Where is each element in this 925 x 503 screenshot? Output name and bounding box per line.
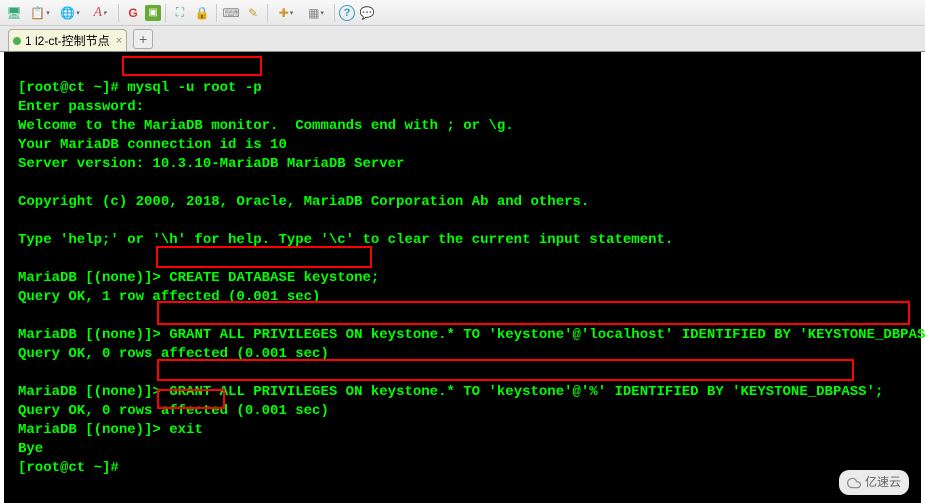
keyboard-icon[interactable]: ⌨	[221, 3, 241, 23]
tab-session[interactable]: 1 l2-ct-控制节点 ×	[8, 29, 127, 51]
terminal-line: Your MariaDB connection id is 10	[18, 137, 287, 153]
watermark: 亿速云	[839, 470, 909, 495]
terminal-line: [root@ct ~]#	[18, 460, 127, 476]
highlight-box	[156, 246, 372, 268]
terminal-line: MariaDB [(none)]> GRANT ALL PRIVILEGES O…	[18, 384, 883, 400]
chevron-down-icon: ▾	[290, 9, 294, 17]
highlight-box	[122, 56, 262, 76]
cloud-icon	[847, 476, 861, 490]
tabbar: 1 l2-ct-控制节点 × +	[0, 26, 925, 52]
terminal-line: Copyright (c) 2000, 2018, Oracle, MariaD…	[18, 194, 589, 210]
add-tab-button[interactable]: +	[133, 29, 153, 49]
add-icon[interactable]: ✚▾	[272, 3, 300, 23]
highlight-box	[157, 389, 225, 409]
help-icon[interactable]: ?	[339, 5, 355, 21]
font-icon[interactable]: A▾	[86, 3, 114, 23]
expand-icon[interactable]: ⛶	[170, 3, 190, 23]
terminal-line: Server version: 10.3.10-MariaDB MariaDB …	[18, 156, 404, 172]
refresh-icon[interactable]: G	[123, 3, 143, 23]
terminal-line: MariaDB [(none)]> GRANT ALL PRIVILEGES O…	[18, 327, 925, 343]
script-icon[interactable]: ▣	[145, 5, 161, 21]
lock-icon[interactable]: 🔒	[192, 3, 212, 23]
toolbar: 🖥 📋▾ 🌐▾ A▾ G ▣ ⛶ 🔒 ⌨ ✎ ✚▾ ▦▾ ? 💬	[0, 0, 925, 26]
terminal-line: Enter password:	[18, 99, 144, 115]
status-indicator-icon	[13, 37, 21, 45]
tab-label: 1 l2-ct-控制节点	[25, 32, 110, 49]
edit-icon[interactable]: ✎	[243, 3, 263, 23]
grid-icon[interactable]: ▦▾	[302, 3, 330, 23]
terminal-line: [root@ct ~]# mysql -u root -p	[18, 80, 262, 96]
chevron-down-icon: ▾	[76, 9, 80, 17]
terminal-line: MariaDB [(none)]> exit	[18, 422, 203, 438]
watermark-text: 亿速云	[865, 473, 901, 492]
close-icon[interactable]: ×	[116, 35, 122, 47]
terminal-line: MariaDB [(none)]> CREATE DATABASE keysto…	[18, 270, 379, 286]
highlight-box	[157, 301, 910, 325]
terminal[interactable]: [root@ct ~]# mysql -u root -p Enter pass…	[4, 52, 921, 503]
terminal-line: Bye	[18, 441, 43, 457]
separator	[334, 4, 335, 22]
chevron-down-icon: ▾	[46, 9, 50, 17]
separator	[216, 4, 217, 22]
chevron-down-icon: ▾	[320, 9, 324, 17]
separator	[165, 4, 166, 22]
chat-icon[interactable]: 💬	[357, 3, 377, 23]
chevron-down-icon: ▾	[103, 9, 107, 17]
highlight-box	[157, 359, 854, 381]
copy-icon[interactable]: 📋▾	[26, 3, 54, 23]
terminal-line: Welcome to the MariaDB monitor. Commands…	[18, 118, 514, 134]
globe-icon[interactable]: 🌐▾	[56, 3, 84, 23]
separator	[267, 4, 268, 22]
connect-icon[interactable]: 🖥	[4, 3, 24, 23]
separator	[118, 4, 119, 22]
